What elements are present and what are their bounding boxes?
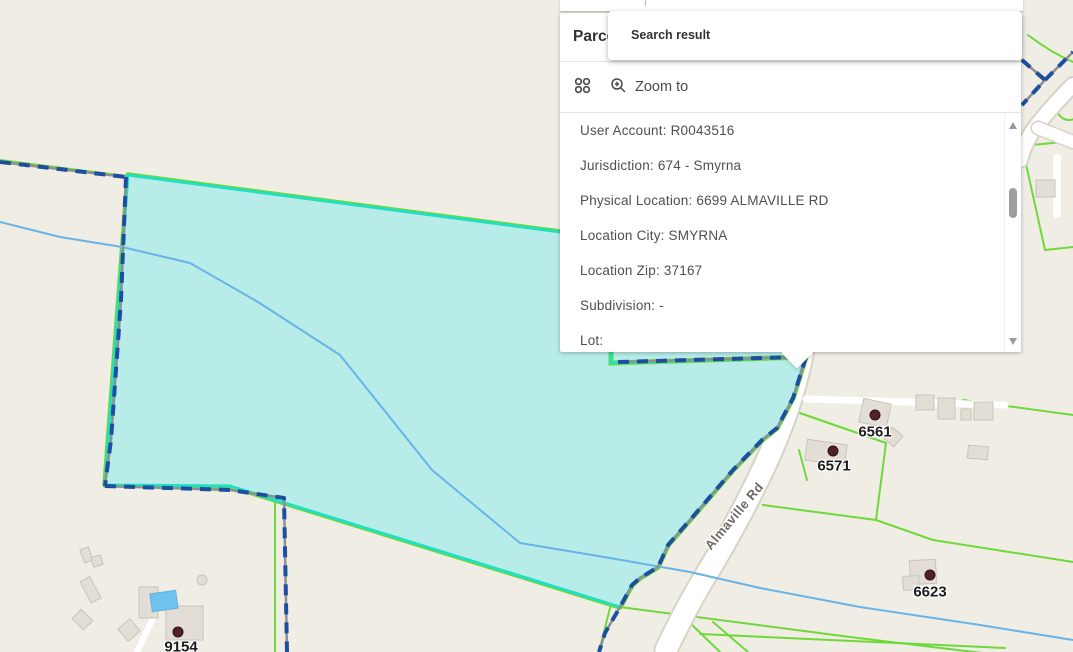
address-label: 9154 bbox=[164, 639, 197, 652]
address-label: 6561 bbox=[858, 424, 891, 441]
popup-detail-row: Location Zip: 37167 bbox=[560, 253, 1021, 288]
search-result-header: Search result bbox=[608, 11, 1022, 42]
popup-detail-row: Jurisdiction: 674 - Smyrna bbox=[560, 148, 1021, 183]
popup-action-bar: Zoom to bbox=[560, 62, 1021, 113]
popup-detail-row: Physical Location: 6699 ALMAVILLE RD bbox=[560, 183, 1021, 218]
search-bar: 6699 ALMAVILLE RD, SMYRNA, TN, 37014 bbox=[560, 0, 1023, 11]
popup-detail-row: Subdivision: - bbox=[560, 288, 1021, 323]
magnifier-plus-icon bbox=[610, 77, 627, 98]
popup-content: User Account: R0043516Jurisdiction: 674 … bbox=[560, 113, 1021, 352]
swimming-pool bbox=[150, 590, 178, 611]
popup-scrollbar[interactable] bbox=[1004, 113, 1021, 352]
popup-panel: Parce Zoom to bbox=[560, 13, 1021, 352]
app-window: 6561657166239154 Almaville Rd Parce bbox=[0, 0, 1073, 652]
scroll-thumb[interactable] bbox=[1009, 188, 1017, 218]
search-bar-inner: 6699 ALMAVILLE RD, SMYRNA, TN, 37014 bbox=[560, 0, 1023, 11]
feature-menu-grid-icon bbox=[574, 77, 591, 97]
zoom-to-label: Zoom to bbox=[635, 79, 688, 95]
zoom-to-button[interactable]: Zoom to bbox=[610, 77, 688, 98]
popup-details: User Account: R0043516Jurisdiction: 674 … bbox=[560, 113, 1021, 352]
search-divider bbox=[645, 0, 646, 6]
scroll-down-arrow[interactable] bbox=[1009, 338, 1017, 345]
search-input[interactable]: 6699 ALMAVILLE RD, SMYRNA, TN, 37014 bbox=[655, 0, 949, 2]
search-sources-button[interactable] bbox=[615, 0, 645, 1]
address-label: 6571 bbox=[817, 458, 850, 475]
search-result-dropdown: Search result bbox=[608, 11, 1022, 60]
address-label: 6623 bbox=[913, 584, 946, 601]
scroll-up-arrow[interactable] bbox=[1009, 122, 1017, 129]
popup-detail-row: Location City: SMYRNA bbox=[560, 218, 1021, 253]
chevron-down-icon bbox=[623, 0, 637, 1]
feature-menu-button[interactable] bbox=[568, 73, 596, 101]
popup-detail-row: User Account: R0043516 bbox=[560, 113, 1021, 148]
